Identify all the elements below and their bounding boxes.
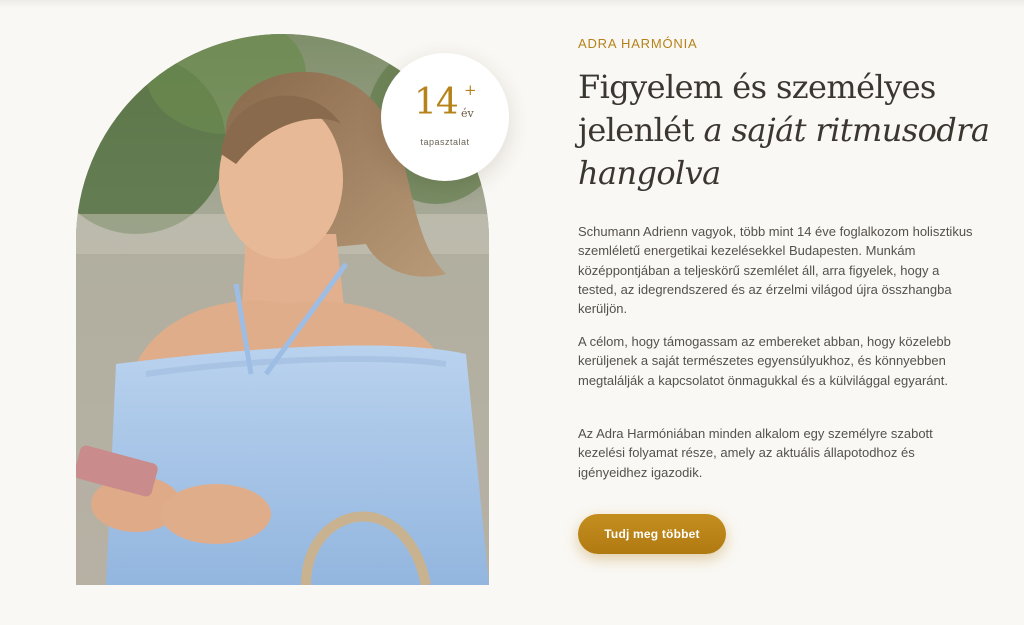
badge-number: 14 [414, 82, 459, 123]
badge-plus: + [464, 81, 477, 99]
badge-unit: év [461, 107, 474, 120]
goal-paragraph: A célom, hogy támogassam az embereket ab… [578, 334, 951, 388]
experience-badge: 14 + év tapasztalat [381, 53, 509, 181]
badge-caption: tapasztalat [420, 137, 470, 147]
top-edge [0, 0, 1024, 8]
intro-paragraph: Schumann Adrienn vagyok, több mint 14 év… [578, 224, 973, 317]
section-heading: Figyelem és személyes jelenlét a saját r… [578, 66, 1008, 195]
learn-more-button[interactable]: Tudj meg többet [578, 514, 726, 554]
session-paragraph: Az Adra Harmóniában minden alkalom egy s… [578, 426, 933, 480]
section-eyebrow: ADRA HARMÓNIA [578, 36, 698, 51]
